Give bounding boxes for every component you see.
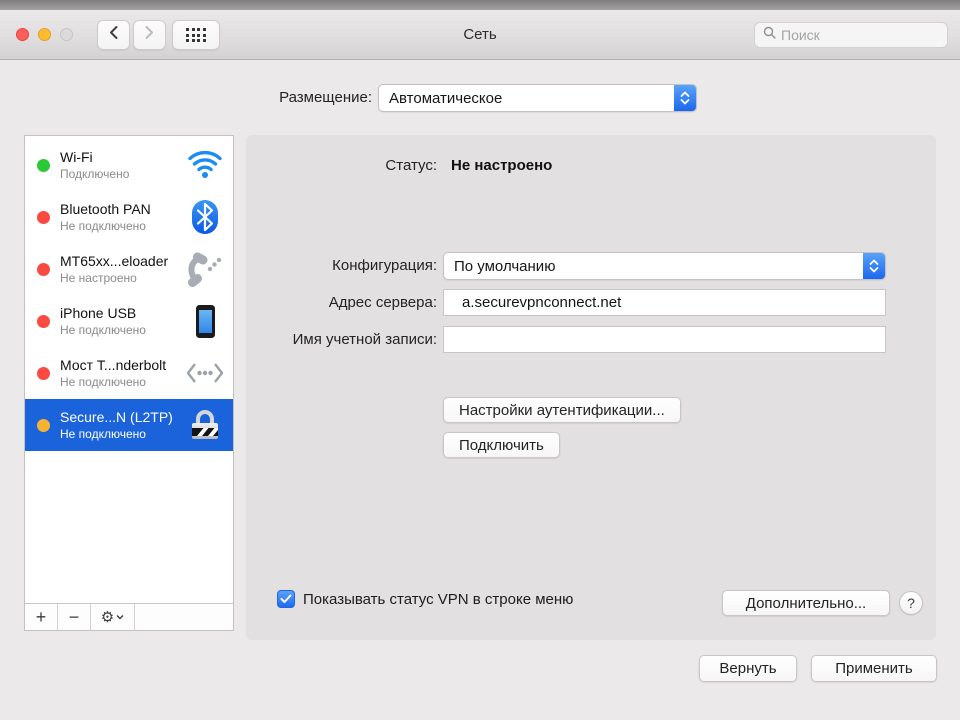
vpn-menubar-checkbox-label: Показывать статус VPN в строке меню bbox=[303, 591, 573, 608]
service-status: Не подключено bbox=[60, 375, 185, 389]
service-status: Не подключено bbox=[60, 427, 185, 441]
configuration-select[interactable]: По умолчанию bbox=[443, 252, 886, 280]
connect-button[interactable]: Подключить bbox=[443, 432, 560, 458]
action-menu-button[interactable]: ⚙ bbox=[91, 604, 135, 630]
service-name: Wi-Fi bbox=[60, 149, 185, 165]
status-label: Статус: bbox=[246, 152, 437, 180]
status-dot bbox=[37, 211, 50, 224]
bluetooth-icon bbox=[185, 199, 225, 235]
sidebar-footer-spacer bbox=[135, 604, 233, 630]
location-select[interactable]: Автоматическое bbox=[378, 84, 697, 112]
sidebar-item-vpn[interactable]: Secure...N (L2TP) Не подключено bbox=[25, 399, 233, 451]
checkmark-icon bbox=[280, 594, 292, 604]
popup-stepper-icon bbox=[674, 85, 696, 111]
status-dot bbox=[37, 263, 50, 276]
vpn-lock-icon bbox=[185, 407, 225, 443]
search-icon bbox=[763, 26, 776, 44]
sidebar-item-iphone-usb[interactable]: iPhone USB Не подключено bbox=[25, 295, 233, 347]
iphone-icon bbox=[185, 305, 225, 338]
vpn-menubar-checkbox[interactable] bbox=[277, 590, 295, 608]
services-sidebar: Wi-Fi Подключено Bluetooth PAN Не по bbox=[24, 135, 234, 631]
service-status: Не настроено bbox=[60, 271, 185, 285]
search-field[interactable] bbox=[754, 22, 948, 48]
remove-service-button[interactable]: − bbox=[58, 604, 91, 630]
help-button[interactable]: ? bbox=[899, 591, 923, 615]
add-service-button[interactable]: + bbox=[25, 604, 58, 630]
services-list: Wi-Fi Подключено Bluetooth PAN Не по bbox=[25, 136, 233, 603]
advanced-button[interactable]: Дополнительно... bbox=[722, 590, 890, 616]
bridge-icon bbox=[185, 361, 225, 385]
service-name: Secure...N (L2TP) bbox=[60, 409, 185, 425]
status-dot bbox=[37, 315, 50, 328]
settings-panel: Статус: Не настроено Конфигурация: По ум… bbox=[246, 135, 936, 640]
sidebar-item-mt65xx-modem[interactable]: MT65xx...eloader Не настроено bbox=[25, 243, 233, 295]
service-name: iPhone USB bbox=[60, 305, 185, 321]
apply-button[interactable]: Применить bbox=[811, 655, 937, 682]
chevron-down-icon bbox=[116, 614, 124, 620]
auth-settings-button[interactable]: Настройки аутентификации... bbox=[443, 397, 681, 423]
service-status: Не подключено bbox=[60, 323, 185, 337]
service-name: Bluetooth PAN bbox=[60, 201, 185, 217]
service-name: Мост T...nderbolt bbox=[60, 357, 185, 373]
configuration-label: Конфигурация: bbox=[246, 252, 437, 280]
gear-icon: ⚙ bbox=[101, 608, 114, 626]
service-status: Не подключено bbox=[60, 219, 185, 233]
titlebar: Сеть bbox=[0, 10, 960, 60]
status-value: Не настроено bbox=[451, 152, 552, 180]
account-name-input[interactable] bbox=[443, 326, 886, 353]
popup-stepper-icon bbox=[863, 253, 885, 279]
desktop-edge bbox=[0, 0, 960, 10]
revert-button[interactable]: Вернуть bbox=[699, 655, 797, 682]
configuration-value: По умолчанию bbox=[444, 258, 863, 275]
location-label: Размещение: bbox=[0, 84, 372, 112]
sidebar-item-thunderbolt-bridge[interactable]: Мост T...nderbolt Не подключено bbox=[25, 347, 233, 399]
search-input[interactable] bbox=[781, 27, 931, 43]
wifi-icon bbox=[185, 150, 225, 180]
network-preferences-window: Сеть Размещение: Автоматическое Wi-Fi По… bbox=[0, 10, 960, 720]
sidebar-item-bluetooth-pan[interactable]: Bluetooth PAN Не подключено bbox=[25, 191, 233, 243]
sidebar-item-wifi[interactable]: Wi-Fi Подключено bbox=[25, 139, 233, 191]
service-status: Подключено bbox=[60, 167, 185, 181]
status-dot bbox=[37, 159, 50, 172]
phone-modem-icon bbox=[185, 251, 225, 287]
status-dot bbox=[37, 367, 50, 380]
account-name-label: Имя учетной записи: bbox=[246, 326, 437, 354]
service-name: MT65xx...eloader bbox=[60, 253, 185, 269]
status-dot bbox=[37, 419, 50, 432]
sidebar-footer: + − ⚙ bbox=[25, 603, 233, 630]
location-value: Автоматическое bbox=[379, 90, 674, 107]
server-address-label: Адрес сервера: bbox=[246, 289, 437, 317]
server-address-input[interactable] bbox=[443, 289, 886, 316]
